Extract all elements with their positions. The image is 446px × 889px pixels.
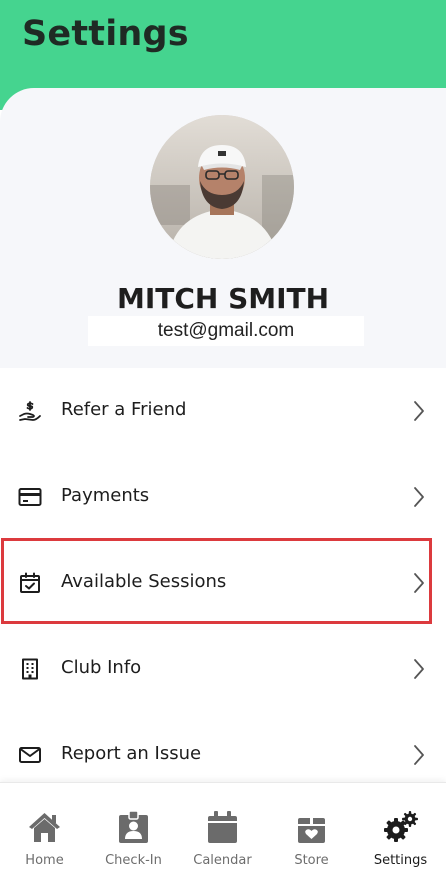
tab-home[interactable]: Home xyxy=(0,783,89,889)
menu-label: Club Info xyxy=(61,657,142,678)
menu-label: Available Sessions xyxy=(61,571,227,592)
home-icon xyxy=(26,809,63,846)
calendar-icon xyxy=(204,809,241,846)
calendar-check-icon xyxy=(18,571,42,595)
tab-store[interactable]: Store xyxy=(267,783,356,889)
profile-name: MITCH SMITH xyxy=(116,282,330,315)
tab-label: Check-In xyxy=(105,853,162,868)
badge-icon xyxy=(115,809,152,846)
building-icon xyxy=(18,657,42,681)
tab-label: Settings xyxy=(373,853,428,868)
credit-card-icon xyxy=(18,485,42,509)
tab-label: Calendar xyxy=(193,853,252,868)
gift-box-icon xyxy=(293,809,330,846)
page-title: Settings xyxy=(22,14,189,54)
chevron-right-icon xyxy=(412,743,426,767)
menu-item-club-info[interactable]: Club Info xyxy=(0,626,446,712)
tab-label: Store xyxy=(294,853,329,868)
refer-friend-icon xyxy=(18,399,42,423)
gears-icon xyxy=(382,809,419,846)
menu-item-available-sessions[interactable]: Available Sessions xyxy=(0,540,446,626)
tab-settings[interactable]: Settings xyxy=(356,783,445,889)
settings-menu: Refer a Friend Payments Available Sessio… xyxy=(0,368,446,798)
menu-item-refer-a-friend[interactable]: Refer a Friend xyxy=(0,368,446,454)
chevron-right-icon xyxy=(412,399,426,423)
chevron-right-icon xyxy=(412,571,426,595)
menu-item-payments[interactable]: Payments xyxy=(0,454,446,540)
tab-check-in[interactable]: Check-In xyxy=(89,783,178,889)
chevron-right-icon xyxy=(412,657,426,681)
menu-label: Report an Issue xyxy=(61,743,202,764)
tab-label: Home xyxy=(25,853,64,868)
tab-calendar[interactable]: Calendar xyxy=(178,783,267,889)
envelope-icon xyxy=(18,743,42,767)
avatar[interactable] xyxy=(150,115,294,259)
menu-label: Payments xyxy=(61,485,150,506)
bottom-tab-bar: Home Check-In Calendar Store Settings xyxy=(0,782,446,889)
chevron-right-icon xyxy=(412,485,426,509)
menu-label: Refer a Friend xyxy=(61,399,187,420)
profile-email: test@gmail.com xyxy=(88,316,364,346)
